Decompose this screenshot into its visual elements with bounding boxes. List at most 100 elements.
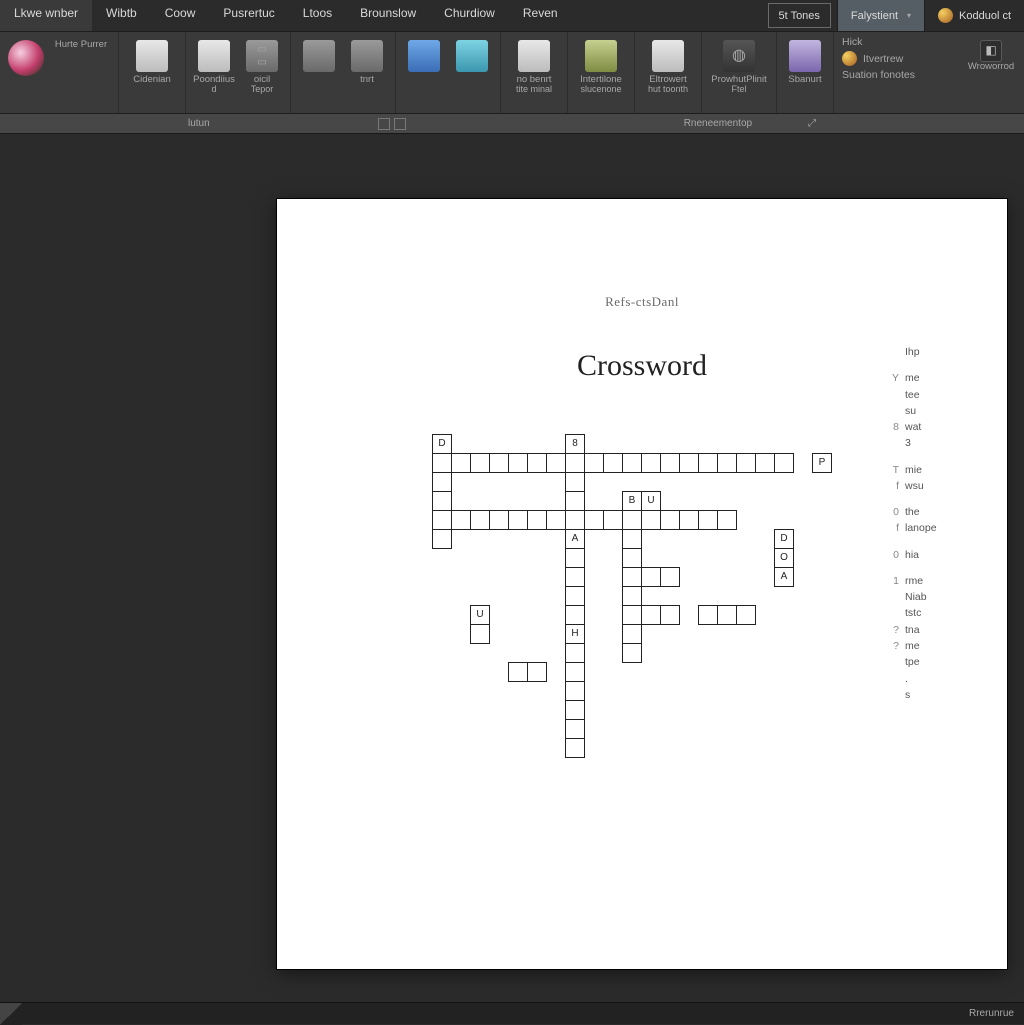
crossword-cell[interactable] xyxy=(699,511,718,530)
crossword-cell[interactable] xyxy=(775,454,794,473)
crossword-cell[interactable] xyxy=(433,473,452,492)
crossword-cell[interactable] xyxy=(490,454,509,473)
crossword-cell[interactable] xyxy=(566,587,585,606)
crossword-cell[interactable] xyxy=(642,606,661,625)
crossword-cell[interactable] xyxy=(547,454,566,473)
crossword-cell[interactable]: A xyxy=(775,568,794,587)
crossword-cell[interactable] xyxy=(528,511,547,530)
crossword-cell[interactable] xyxy=(623,568,642,587)
crossword-cell[interactable] xyxy=(604,511,623,530)
crossword-cell[interactable] xyxy=(623,644,642,663)
crossword-cell[interactable] xyxy=(699,606,718,625)
crossword-cell[interactable] xyxy=(680,511,699,530)
crossword-cell[interactable] xyxy=(566,682,585,701)
crossword-cell[interactable] xyxy=(490,511,509,530)
crossword-cell[interactable] xyxy=(566,701,585,720)
menu-tab[interactable]: Wibtb xyxy=(92,0,151,31)
ribbon-hurte-purrer[interactable]: Hurte Purrer xyxy=(48,38,114,108)
crossword-cell[interactable] xyxy=(433,492,452,511)
crossword-cell[interactable] xyxy=(661,454,680,473)
crossword-cell[interactable] xyxy=(623,454,642,473)
crossword-cell[interactable] xyxy=(566,549,585,568)
crossword-cell[interactable] xyxy=(718,511,737,530)
crossword-cell[interactable] xyxy=(566,663,585,682)
crossword-cell[interactable] xyxy=(566,492,585,511)
action-falystient[interactable]: Falystient▾ xyxy=(837,0,924,31)
crossword-cell[interactable] xyxy=(642,454,661,473)
crossword-cell[interactable] xyxy=(585,511,604,530)
menu-tab[interactable]: Lkwe wnber xyxy=(0,0,92,31)
resize-grip-icon[interactable] xyxy=(0,1003,22,1025)
crossword-cell[interactable] xyxy=(528,454,547,473)
crossword-cell[interactable] xyxy=(471,454,490,473)
crossword-cell[interactable] xyxy=(718,454,737,473)
crossword-cell[interactable] xyxy=(642,511,661,530)
menu-tab[interactable]: Ltoos xyxy=(289,0,346,31)
crossword-cell[interactable]: U xyxy=(642,492,661,511)
crossword-cell[interactable] xyxy=(566,644,585,663)
menu-tab[interactable]: Pusrertuc xyxy=(209,0,288,31)
ribbon-cidenian[interactable]: Cidenian xyxy=(123,38,181,108)
ribbon-prowhutplinit[interactable]: ◍ProwhutPlinitFtel xyxy=(706,38,772,108)
ribbon-oicil[interactable]: ▭▭oicilTepor xyxy=(238,38,286,108)
crossword-cell[interactable] xyxy=(680,454,699,473)
ribbon-nobenrt[interactable]: no benrttite minal xyxy=(505,38,563,108)
crossword-cell[interactable] xyxy=(452,511,471,530)
crossword-cell[interactable] xyxy=(623,625,642,644)
crossword-cell[interactable] xyxy=(566,568,585,587)
ribbon-teal[interactable] xyxy=(448,38,496,108)
crossword-cell[interactable]: P xyxy=(813,454,832,473)
crossword-cell[interactable] xyxy=(471,625,490,644)
ribbon-tnrt[interactable]: tnrt xyxy=(343,38,391,108)
crossword-cell[interactable] xyxy=(566,473,585,492)
ribbon-eltrowert[interactable]: Eltrowerthut toonth xyxy=(639,38,697,108)
crossword-cell[interactable] xyxy=(661,568,680,587)
crossword-cell[interactable] xyxy=(642,568,661,587)
ribbon-poondiius[interactable]: Poondiiusd xyxy=(190,38,238,108)
side-itvertrew[interactable]: Itvertrew xyxy=(842,51,915,66)
document-page[interactable]: Refs-ctsDanl Crossword D8PBUADOAUH IhpYm… xyxy=(277,199,1007,969)
crossword-cell[interactable] xyxy=(452,454,471,473)
crossword-cell[interactable]: B xyxy=(623,492,642,511)
crossword-cell[interactable] xyxy=(509,511,528,530)
crossword-cell[interactable] xyxy=(661,511,680,530)
ribbon-blue[interactable] xyxy=(400,38,448,108)
crossword-cell[interactable] xyxy=(604,454,623,473)
crossword-cell[interactable]: D xyxy=(433,435,452,454)
crossword-cell[interactable] xyxy=(566,720,585,739)
crossword-cell[interactable] xyxy=(718,606,737,625)
crossword-cell[interactable]: A xyxy=(566,530,585,549)
crossword-cell[interactable] xyxy=(623,511,642,530)
crossword-cell[interactable]: 8 xyxy=(566,435,585,454)
crossword-cell[interactable] xyxy=(433,511,452,530)
subbar-launcher[interactable]: ⤢ xyxy=(790,118,834,129)
crossword-cell[interactable] xyxy=(699,454,718,473)
crossword-cell[interactable] xyxy=(566,739,585,758)
menu-tab[interactable]: Brounslow xyxy=(346,0,430,31)
crossword-cell[interactable] xyxy=(623,606,642,625)
action-tones[interactable]: 5t Tones xyxy=(768,3,831,28)
crossword-cell[interactable]: U xyxy=(471,606,490,625)
side-hick[interactable]: Hick xyxy=(842,36,915,48)
ribbon-wroworrod[interactable]: ◧Wroworrod xyxy=(962,38,1020,108)
crossword-cell[interactable] xyxy=(585,454,604,473)
crossword-cell[interactable] xyxy=(433,454,452,473)
crossword-cell[interactable] xyxy=(471,511,490,530)
crossword-cell[interactable]: H xyxy=(566,625,585,644)
crossword-cell[interactable] xyxy=(737,454,756,473)
ribbon-intertilone[interactable]: Intertiloneslucenone xyxy=(572,38,630,108)
crossword-cell[interactable] xyxy=(623,530,642,549)
crossword-cell[interactable] xyxy=(509,454,528,473)
menu-tab[interactable]: Coow xyxy=(151,0,210,31)
view-icon[interactable] xyxy=(394,118,406,130)
crossword-cell[interactable] xyxy=(737,606,756,625)
crossword-cell[interactable] xyxy=(566,454,585,473)
crossword-cell[interactable] xyxy=(509,663,528,682)
ribbon-sbanurt[interactable]: Sbanurt xyxy=(781,38,829,108)
crossword-cell[interactable]: O xyxy=(775,549,794,568)
crossword-cell[interactable] xyxy=(528,663,547,682)
crossword-cell[interactable] xyxy=(661,606,680,625)
side-suation[interactable]: Suation fonotes xyxy=(842,69,915,81)
crossword-cell[interactable] xyxy=(566,606,585,625)
crossword-cell[interactable] xyxy=(623,587,642,606)
